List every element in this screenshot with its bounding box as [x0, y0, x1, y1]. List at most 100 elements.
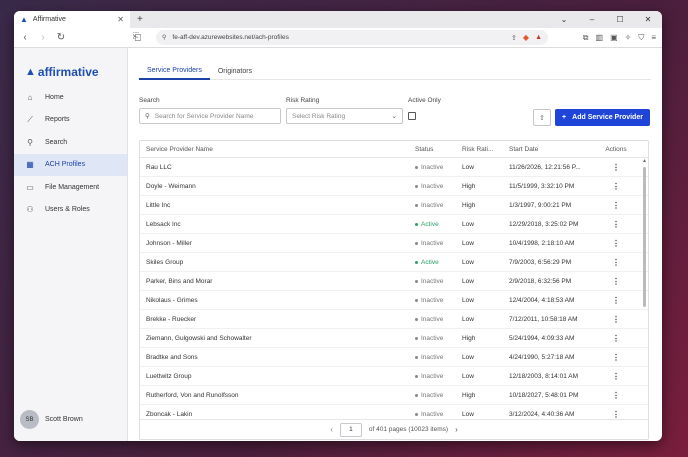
more-actions-icon[interactable]: ⋮	[612, 315, 620, 324]
tab-originators[interactable]: Originators	[210, 62, 260, 80]
status-badge: Inactive	[415, 335, 462, 342]
chevron-down-icon[interactable]: ⌄	[550, 15, 578, 24]
upload-button[interactable]: ⇧	[533, 109, 551, 126]
more-actions-icon[interactable]: ⋮	[612, 220, 620, 229]
next-page-icon[interactable]: ›	[455, 425, 458, 434]
cell-actions: ⋮	[601, 277, 631, 286]
col-header-risk[interactable]: Risk Rati...	[462, 146, 509, 153]
cell-risk: Low	[462, 220, 474, 228]
browser-tabbar: ▲ Affirmative ✕ + ⌄ – ☐ ✕	[14, 11, 662, 28]
back-icon[interactable]: ‹	[20, 32, 30, 43]
chart-icon: ⟋	[27, 114, 33, 124]
col-header-actions: Actions	[605, 145, 627, 153]
prev-page-icon[interactable]: ‹	[330, 425, 333, 434]
maximize-icon[interactable]: ☐	[606, 15, 634, 24]
search-input[interactable]: ⚲ Search for Service Provider Name	[139, 108, 281, 124]
table-row[interactable]: Ziemann, Gulgowski and Schowalter Inactiv…	[140, 329, 648, 348]
table-scrollbar[interactable]: ▲ ▼	[642, 158, 647, 424]
users-icon: ⚇	[26, 205, 34, 215]
sidebar-item-users-roles[interactable]: ⚇ Users & Roles	[14, 199, 127, 222]
table-row[interactable]: Rutherford, Von and Runolfsson Inactive Hi…	[140, 386, 648, 405]
page-input[interactable]: 1	[339, 422, 362, 437]
new-tab-icon[interactable]: +	[137, 14, 143, 25]
status-text: Inactive	[421, 315, 444, 323]
cell-risk: Low	[462, 315, 474, 323]
more-actions-icon[interactable]: ⋮	[612, 372, 620, 381]
more-actions-icon[interactable]: ⋮	[612, 391, 620, 400]
scrollbar-thumb[interactable]	[643, 167, 646, 307]
col-header-name[interactable]: Service Provider Name	[140, 146, 415, 153]
sidebar-item-search[interactable]: ⚲ Search	[14, 131, 127, 154]
status-badge: Inactive	[415, 240, 462, 247]
table-row[interactable]: Brekke - Ruecker Inactive Low 7/12/2011, 10…	[140, 310, 648, 329]
sidebar-icon[interactable]: ▥	[596, 33, 604, 43]
more-actions-icon[interactable]: ⋮	[612, 296, 620, 305]
status-badge: Inactive	[415, 183, 462, 190]
file-icon: ▭	[26, 182, 34, 192]
tab-service-providers[interactable]: Service Providers	[139, 62, 210, 80]
sidebar-item-label: ACH Profiles	[45, 161, 86, 169]
scroll-up-icon[interactable]: ▲	[642, 158, 647, 164]
site-info-icon[interactable]: ⚲	[162, 34, 166, 41]
wallet-icon[interactable]: ▣	[610, 33, 618, 43]
search-icon: ⚲	[27, 137, 33, 147]
browser-tab[interactable]: ▲ Affirmative ✕	[14, 11, 130, 28]
col-header-status[interactable]: Status	[415, 146, 462, 153]
forward-icon[interactable]: ›	[38, 32, 48, 43]
table-row[interactable]: Nikolaus - Grimes Inactive Low 12/4/2004, 4…	[140, 291, 648, 310]
more-actions-icon[interactable]: ⋮	[612, 239, 620, 248]
leo-icon[interactable]: ✧	[625, 33, 632, 43]
table-row[interactable]: Doyle - Weimann Inactive High 11/5/1999, 3:…	[140, 177, 648, 196]
pagination: ‹ 1 of 401 pages (10023 items) ›	[140, 419, 648, 439]
sidebar-item-reports[interactable]: ⟋ Reports	[14, 109, 127, 132]
table-row[interactable]: Bradtke and Sons Inactive Low 4/24/1990, 5:…	[140, 348, 648, 367]
table-row[interactable]: Lebsack Inc Active Low 12/29/2018, 3:25:02 …	[140, 215, 648, 234]
cell-status: Inactive	[415, 297, 462, 304]
table-row[interactable]: Johnson - Miller Inactive Low 10/4/1998, 2:…	[140, 234, 648, 253]
puzzle-icon[interactable]: ⧉	[583, 33, 589, 43]
more-actions-icon[interactable]: ⋮	[612, 277, 620, 286]
cell-name: Lebsack Inc	[146, 220, 181, 228]
cell-start-date: 5/24/1994, 4:09:33 AM	[509, 334, 575, 342]
sidebar-item-ach-profiles[interactable]: ▦ ACH Profiles	[14, 153, 127, 176]
sidebar-item-file-management[interactable]: ▭ File Management	[14, 176, 127, 199]
more-actions-icon[interactable]: ⋮	[612, 410, 620, 419]
status-badge: Inactive	[415, 373, 462, 380]
close-window-icon[interactable]: ✕	[634, 15, 662, 24]
risk-rating-select[interactable]: Select Risk Rating ⌄	[286, 108, 403, 124]
minimize-icon[interactable]: –	[578, 15, 606, 24]
more-actions-icon[interactable]: ⋮	[612, 258, 620, 267]
cell-name: Nikolaus - Grimes	[146, 296, 198, 304]
status-badge: Inactive	[415, 202, 462, 209]
close-tab-icon[interactable]: ✕	[117, 15, 124, 24]
brave-shield-icon[interactable]: ◆	[523, 33, 529, 42]
table-row[interactable]: Rau LLC Inactive Low 11/26/2026, 12:21:56 P…	[140, 158, 648, 177]
user-profile[interactable]: SB Scott Brown	[20, 410, 83, 429]
table-row[interactable]: Skiles Group Active Low 7/9/2003, 6:56:29 P…	[140, 253, 648, 272]
add-button-label: Add Service Provider	[572, 114, 643, 121]
share-icon[interactable]: ⇪	[511, 34, 517, 42]
url-field[interactable]: ⚲ fe-aff-dev.azurewebsites.net/ach-profi…	[156, 30, 548, 45]
sidebar-item-home[interactable]: ⌂ Home	[14, 86, 127, 109]
cell-status: Inactive	[415, 316, 462, 323]
more-actions-icon[interactable]: ⋮	[612, 201, 620, 210]
add-service-provider-button[interactable]: + Add Service Provider	[555, 109, 650, 126]
more-actions-icon[interactable]: ⋮	[612, 182, 620, 191]
table-row[interactable]: Parker, Bins and Morar Inactive Low 2/9/201…	[140, 272, 648, 291]
reload-icon[interactable]: ↻	[56, 32, 66, 43]
brave-rewards-icon[interactable]: ▲	[535, 34, 542, 41]
app-logo[interactable]: ▲ affirmative	[14, 48, 127, 82]
active-only-checkbox[interactable]	[408, 112, 416, 120]
cell-status: Inactive	[415, 278, 462, 285]
more-actions-icon[interactable]: ⋮	[612, 163, 620, 172]
status-badge: Active	[415, 259, 462, 266]
vpn-icon[interactable]: ⛉	[638, 33, 644, 43]
menu-icon[interactable]: ≡	[651, 33, 656, 43]
col-header-start-date[interactable]: Start Date	[509, 146, 601, 153]
table-row[interactable]: Little Inc Inactive High 1/3/1997, 9:00:21 …	[140, 196, 648, 215]
bookmark-icon[interactable]: ⎗	[132, 32, 142, 43]
more-actions-icon[interactable]: ⋮	[612, 334, 620, 343]
status-text: Inactive	[421, 410, 444, 418]
table-row[interactable]: Luettwitz Group Inactive Low 12/18/2003, 8:…	[140, 367, 648, 386]
more-actions-icon[interactable]: ⋮	[612, 353, 620, 362]
